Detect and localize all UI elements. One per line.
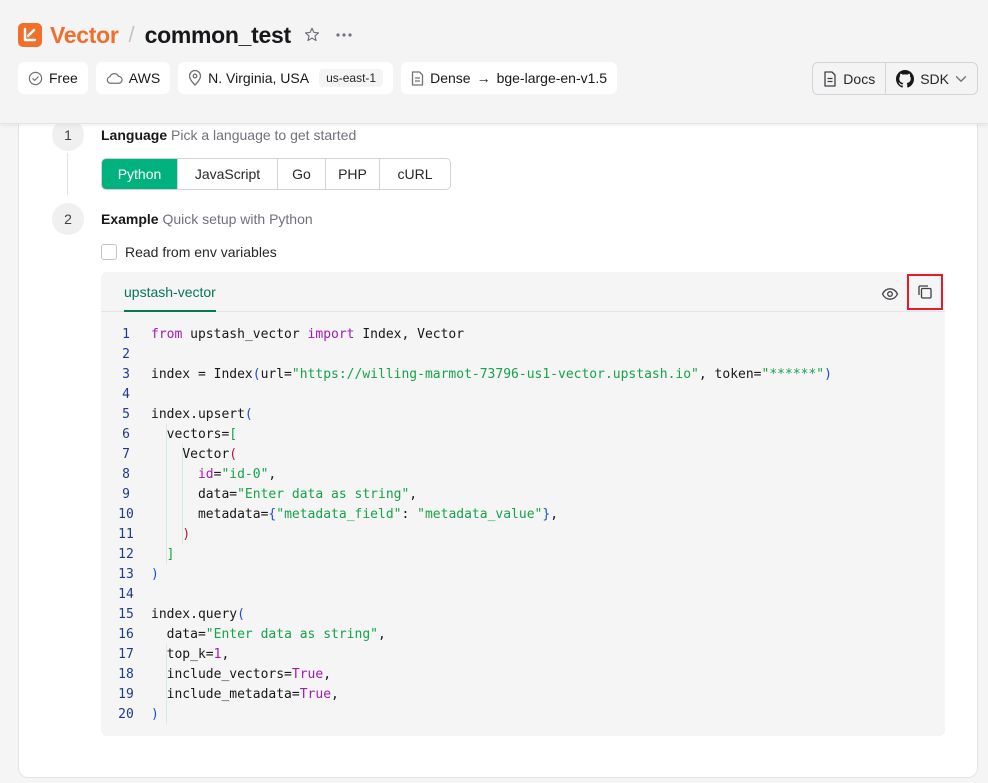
line-number: 14 (118, 586, 134, 602)
plan-chip: Free (18, 62, 88, 94)
title-row: Vector / common_test (18, 20, 353, 50)
code-line: 9 data="Enter data as string", (101, 484, 832, 504)
docs-button[interactable]: Docs (813, 63, 885, 94)
language-tab-javascript[interactable]: JavaScript (178, 159, 278, 189)
map-pin-icon (189, 70, 202, 86)
embedding-model-label: bge-large-en-v1.5 (496, 70, 608, 86)
language-tab-curl[interactable]: cURL (380, 159, 450, 189)
code-line: 10 metadata={"metadata_field": "metadata… (101, 504, 832, 524)
line-number: 16 (118, 626, 134, 642)
line-number: 11 (118, 526, 134, 542)
code-line: 3 index = Index(url="https://willing-marm… (101, 364, 832, 384)
line-number: 5 (122, 406, 130, 422)
quickstart-panel: 1 Language Pick a language to get starte… (18, 110, 978, 778)
code-line: 2 (101, 344, 832, 364)
line-number: 18 (118, 666, 134, 682)
code-line: 13) (101, 564, 832, 584)
step-2-title: Example Quick setup with Python (101, 211, 313, 227)
region-code-badge: us-east-1 (319, 69, 384, 87)
sdk-dropdown-button[interactable]: SDK (885, 63, 977, 94)
docs-sdk-group: Docs SDK (812, 62, 978, 95)
step-1-title: Language Pick a language to get started (101, 127, 356, 143)
region-chip: N. Virginia, USA us-east-1 (178, 62, 394, 94)
region-label: N. Virginia, USA (208, 70, 310, 86)
step-1-heading: Language (101, 127, 168, 143)
code-line: 5 index.upsert( (101, 404, 832, 424)
plan-label: Free (49, 70, 78, 86)
brand-name[interactable]: Vector (50, 22, 119, 49)
code-line: 14 (101, 584, 832, 604)
line-number: 19 (118, 686, 134, 702)
code-line: 7 Vector( (101, 444, 832, 464)
line-number: 9 (122, 486, 130, 502)
eye-icon[interactable] (881, 285, 899, 303)
code-line: 1 from upstash_vector import Index, Vecto… (101, 324, 832, 344)
star-icon[interactable] (303, 26, 321, 44)
docs-label: Docs (843, 70, 876, 87)
check-circle-icon (28, 71, 43, 85)
document-icon (824, 70, 836, 87)
code-line: 18 include_vectors=True, (101, 664, 832, 684)
code-tab-bar: upstash-vector (101, 272, 945, 312)
project-name: common_test (144, 21, 292, 48)
cloud-label: AWS (128, 70, 161, 86)
step-2-number: 2 (52, 203, 84, 235)
language-tab-php[interactable]: PHP (326, 159, 380, 189)
line-number: 2 (122, 346, 130, 362)
line-number: 10 (118, 506, 134, 522)
cloud-icon (106, 72, 123, 84)
line-number: 4 (122, 386, 130, 402)
step-2-heading: Example (101, 211, 159, 227)
env-variables-label[interactable]: Read from env variables (125, 244, 277, 260)
line-number: 3 (122, 366, 130, 382)
code-line: 11 ) (101, 524, 832, 544)
code-line: 12 ] (101, 544, 832, 564)
code-line: 17 top_k=1, (101, 644, 832, 664)
line-number: 8 (122, 466, 130, 482)
line-number: 15 (118, 606, 134, 622)
language-selector: Python JavaScript Go PHP cURL (101, 158, 451, 190)
language-tab-go[interactable]: Go (278, 159, 326, 189)
sdk-label: SDK (920, 70, 949, 87)
line-number: 12 (118, 546, 134, 562)
language-tab-python[interactable]: Python (102, 159, 178, 189)
code-block: upstash-vector 1 from upstash_vector impo… (101, 272, 945, 736)
code-line: 15 index.query( (101, 604, 832, 624)
line-number: 1 (122, 326, 130, 342)
arrow-right-icon: → (476, 70, 491, 86)
copy-button[interactable] (907, 274, 943, 310)
copy-icon (918, 285, 932, 299)
cloud-chip: AWS (95, 62, 171, 94)
index-type-chip: Dense → bge-large-en-v1.5 (401, 62, 618, 94)
chevron-down-icon (955, 75, 967, 82)
index-type-label: Dense (430, 70, 471, 86)
index-info-chips: Free AWS N. Virginia, USA us-east-1 Dens… (18, 62, 618, 94)
code-line: 6 vectors=[ (101, 424, 832, 444)
code-tab-upstash-vector[interactable]: upstash-vector (124, 284, 216, 312)
code-line: 16 data="Enter data as string", (101, 624, 832, 644)
code-content: 1 from upstash_vector import Index, Vecto… (101, 324, 832, 724)
code-line: 20) (101, 704, 832, 724)
line-number: 7 (122, 446, 130, 462)
line-number: 13 (118, 566, 134, 582)
code-line: 19 include_metadata=True, (101, 684, 832, 704)
step-connector (67, 153, 68, 195)
step-2-subtitle: Quick setup with Python (162, 211, 313, 227)
line-number: 6 (122, 426, 130, 442)
github-icon (896, 69, 915, 88)
code-line: 4 (101, 384, 832, 404)
env-variables-checkbox[interactable] (101, 244, 117, 260)
line-number: 20 (118, 706, 134, 722)
code-line: 8 id="id-0", (101, 464, 832, 484)
env-variables-option: Read from env variables (101, 244, 277, 260)
breadcrumb-separator: / (128, 22, 135, 47)
step-1-subtitle: Pick a language to get started (171, 127, 357, 143)
line-number: 17 (118, 646, 134, 662)
file-icon (411, 70, 424, 86)
app-header: Vector / common_test Free AWS N. Virgini… (0, 0, 988, 124)
more-options-icon[interactable] (335, 26, 353, 44)
vector-logo-icon[interactable] (18, 23, 42, 47)
